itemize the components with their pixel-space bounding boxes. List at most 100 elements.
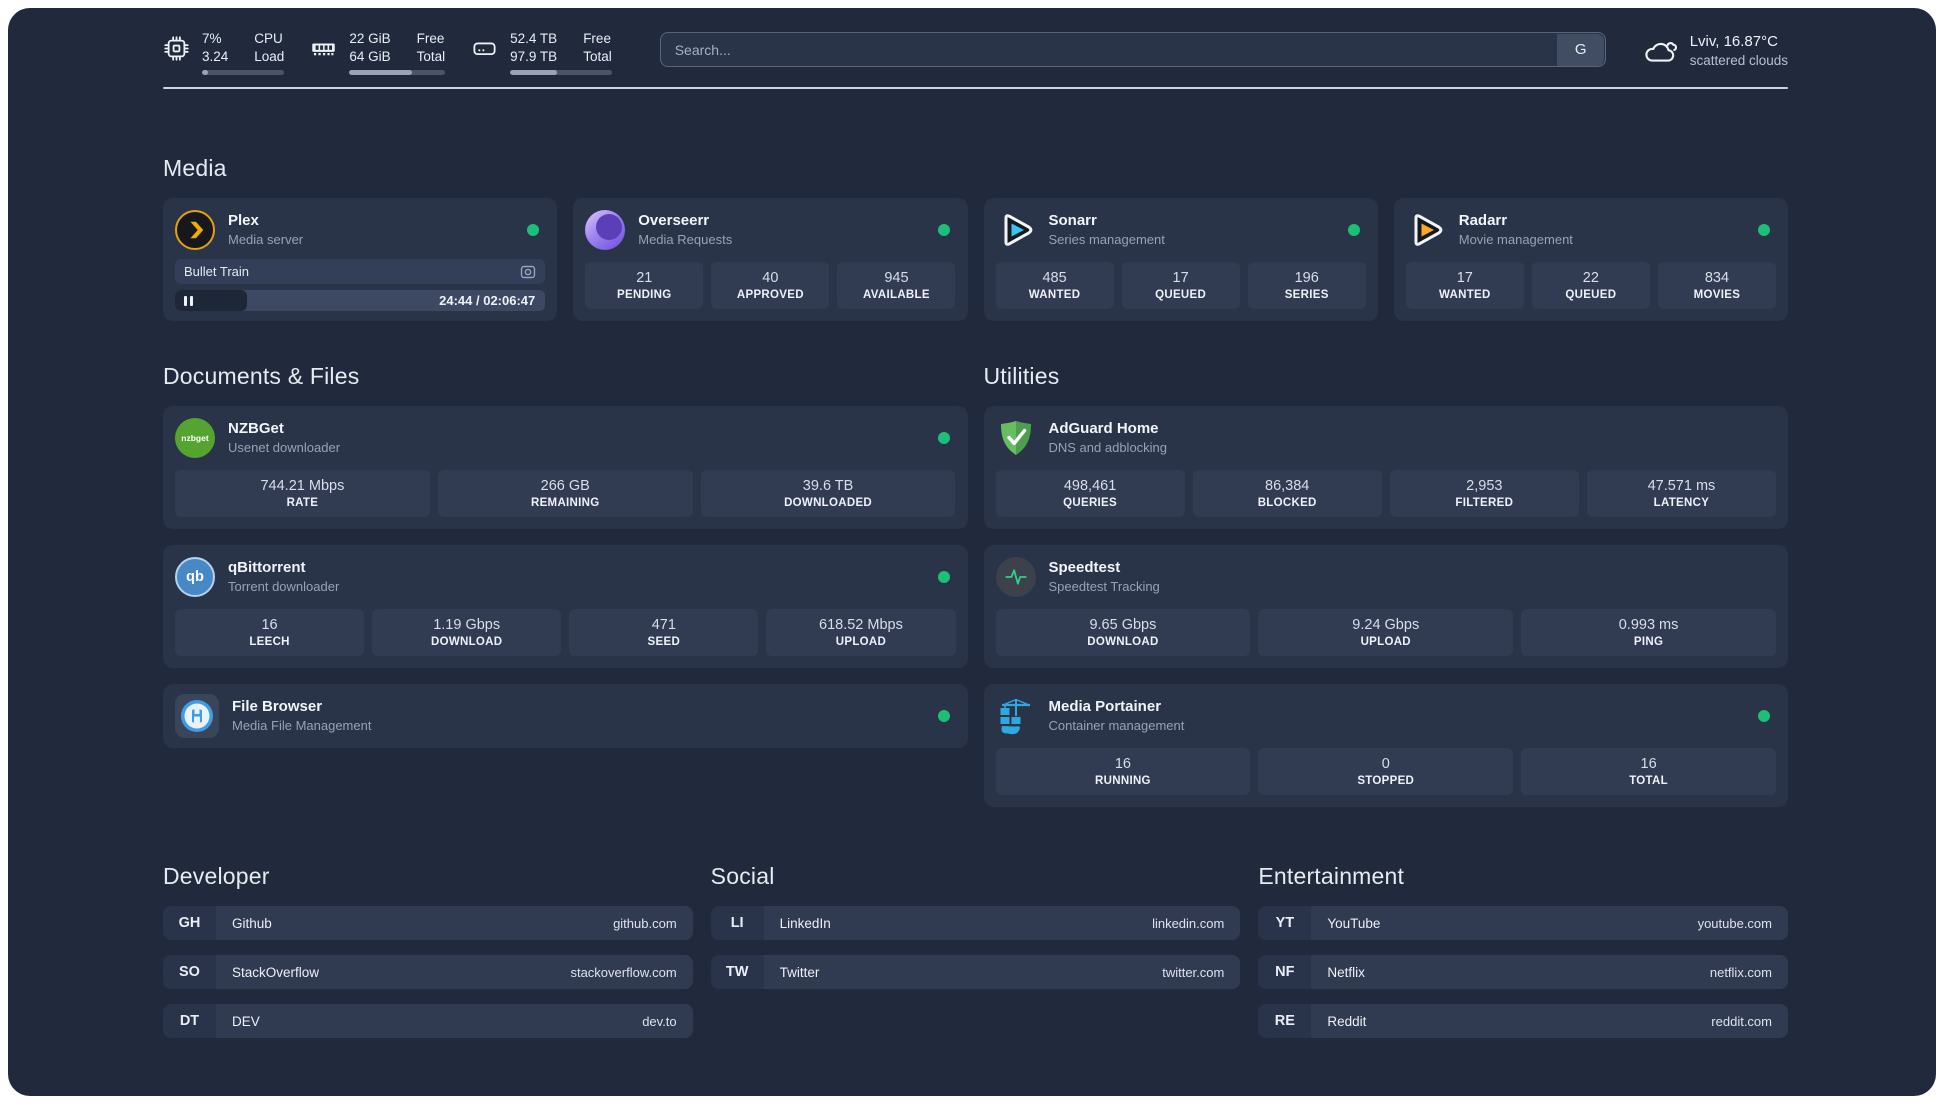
search-input[interactable] [659, 32, 1606, 68]
developer-column: Developer GH Github github.com SO StackO… [163, 863, 693, 1039]
ram-labels: Free Total [417, 30, 446, 65]
stat-label: RUNNING [1095, 775, 1151, 788]
section-title-social: Social [710, 863, 775, 890]
service-name: Speedtest [1048, 559, 1121, 577]
ram-free-value: 22 GiB [349, 31, 391, 46]
link-row-stackoverflow[interactable]: SO StackOverflow stackoverflow.com [163, 955, 693, 990]
section-title-developer: Developer [163, 863, 270, 890]
service-subtitle: Container management [1048, 718, 1185, 734]
link-row-twitter[interactable]: TW Twitter twitter.com [710, 955, 1241, 990]
stat-label: UPLOAD [1360, 636, 1411, 649]
ram-free-label: Free [416, 31, 445, 46]
service-name: qBittorrent [228, 559, 306, 577]
stat-tile: 834 MOVIES [1657, 262, 1776, 310]
service-card-plex[interactable]: Plex Media server Bullet Train 24:44 / 0… [163, 198, 558, 322]
stat-label: DOWNLOAD [430, 636, 503, 649]
disk-total-value: 97.9 TB [510, 48, 558, 64]
link-url: reddit.com [1711, 1013, 1772, 1029]
service-card-overseerr[interactable]: Overseerr Media Requests 21 PENDING 40 A… [573, 198, 968, 322]
disk-values: 52.4 TB 97.9 TB [510, 30, 557, 65]
service-name: Media Portainer [1048, 698, 1162, 716]
dashboard-window: 7% 3.24 CPU Load 22 GiB 64 GiB Free Tota… [8, 8, 1936, 1096]
service-card-nzbget[interactable]: nzbget NZBGet Usenet downloader 744.21 M… [163, 406, 968, 530]
stat-tile: 47.571 ms LATENCY [1586, 470, 1776, 518]
overseerr-pupil [596, 214, 623, 241]
nzbget-icon: nzbget [175, 418, 215, 459]
cpu-icon [164, 36, 189, 61]
section-title-documents: Documents & Files [163, 363, 360, 390]
link-name: Github [232, 915, 272, 931]
stat-tile: 86,384 BLOCKED [1192, 470, 1382, 518]
stat-tile: 471 SEED [569, 609, 759, 657]
stat-tile: 498,461 QUERIES [995, 470, 1185, 518]
service-card-speedtest[interactable]: Speedtest Speedtest Tracking 9.65 Gbps D… [983, 545, 1788, 669]
stat-tile: 21 PENDING [585, 262, 704, 310]
stat-label: STOPPED [1357, 775, 1415, 788]
service-card-qbittorrent[interactable]: qb qBittorrent Torrent downloader 16 LEE… [163, 545, 968, 669]
utilities-column: Utilities AdGuard Home DNS and adblockin… [983, 363, 1788, 808]
link-abbr: NF [1258, 955, 1312, 990]
playback-progress[interactable]: 24:44 / 02:06:47 [175, 290, 546, 312]
service-name: NZBGet [228, 420, 284, 438]
stat-tile: 2,953 FILTERED [1389, 470, 1579, 518]
link-row-netflix[interactable]: NF Netflix netflix.com [1258, 955, 1788, 990]
service-card-radarr[interactable]: Radarr Movie management 17 WANTED 22 QUE… [1393, 198, 1788, 322]
weather-condition: scattered clouds [1689, 52, 1788, 68]
disk-labels: Free Total [583, 30, 612, 65]
topbar-divider [163, 87, 1788, 90]
search-engine-button[interactable]: G [1557, 33, 1605, 66]
stat-value: 16 [261, 617, 278, 634]
stat-value: 2,953 [1466, 478, 1503, 495]
filebrowser-icon [175, 694, 219, 739]
stat-label: PENDING [617, 289, 672, 302]
sonarr-icon [996, 210, 1036, 250]
service-card-portainer[interactable]: Media Portainer Container management 16 … [983, 684, 1788, 808]
link-row-github[interactable]: GH Github github.com [163, 906, 693, 941]
service-name: Sonarr [1048, 212, 1097, 230]
service-name: AdGuard Home [1048, 420, 1159, 438]
section-title-media: Media [163, 155, 227, 182]
stat-label: DOWNLOADED [784, 497, 873, 510]
overseerr-icon [585, 210, 626, 251]
link-row-reddit[interactable]: RE Reddit reddit.com [1258, 1004, 1788, 1039]
link-name: StackOverflow [232, 964, 320, 980]
stat-tile: 266 GB REMAINING [437, 470, 693, 518]
stat-label: QUEUED [1565, 289, 1617, 302]
qbittorrent-icon-text: qb [186, 569, 204, 586]
stat-tile: 485 WANTED [995, 262, 1114, 310]
stat-value: 21 [636, 270, 653, 287]
stat-tile: 196 SERIES [1247, 262, 1366, 310]
status-online-dot [1347, 224, 1360, 237]
link-row-linkedin[interactable]: LI LinkedIn linkedin.com [710, 906, 1241, 941]
link-name: LinkedIn [779, 915, 831, 931]
link-row-dev[interactable]: DT DEV dev.to [163, 1004, 693, 1039]
cpu-label: CPU [254, 31, 283, 46]
stat-label: QUEUED [1155, 289, 1207, 302]
stat-label: FILTERED [1455, 497, 1514, 510]
service-card-sonarr[interactable]: Sonarr Series management 485 WANTED 17 Q… [983, 198, 1378, 322]
link-abbr: LI [710, 906, 764, 941]
link-url: twitter.com [1162, 964, 1225, 980]
link-url: dev.to [642, 1013, 677, 1029]
now-playing-title: Bullet Train [184, 264, 250, 280]
ram-progress-fill [349, 70, 412, 76]
link-abbr: DT [163, 1004, 216, 1039]
disk-total-label: Total [583, 48, 612, 64]
entertainment-column: Entertainment YT YouTube youtube.com NF … [1258, 863, 1788, 1039]
section-title-utilities: Utilities [983, 363, 1060, 390]
stat-tile: 0 STOPPED [1258, 748, 1514, 796]
link-row-youtube[interactable]: YT YouTube youtube.com [1258, 906, 1788, 941]
status-online-dot [1758, 710, 1770, 723]
service-card-adguard[interactable]: AdGuard Home DNS and adblocking 498,461 … [983, 406, 1788, 530]
status-online-dot [937, 571, 950, 584]
link-name: Reddit [1327, 1013, 1367, 1029]
status-online-dot [1758, 224, 1770, 237]
cloud-icon [1645, 41, 1677, 62]
documents-column: Documents & Files nzbget NZBGet Usenet d… [163, 363, 968, 749]
stat-value: 9.24 Gbps [1352, 617, 1420, 634]
service-card-filebrowser[interactable]: File Browser Media File Management [163, 684, 968, 749]
status-online-dot [937, 432, 950, 445]
stat-value: 744.21 Mbps [260, 478, 345, 495]
stat-tile: 16 LEECH [175, 609, 365, 657]
pause-icon [184, 295, 187, 306]
